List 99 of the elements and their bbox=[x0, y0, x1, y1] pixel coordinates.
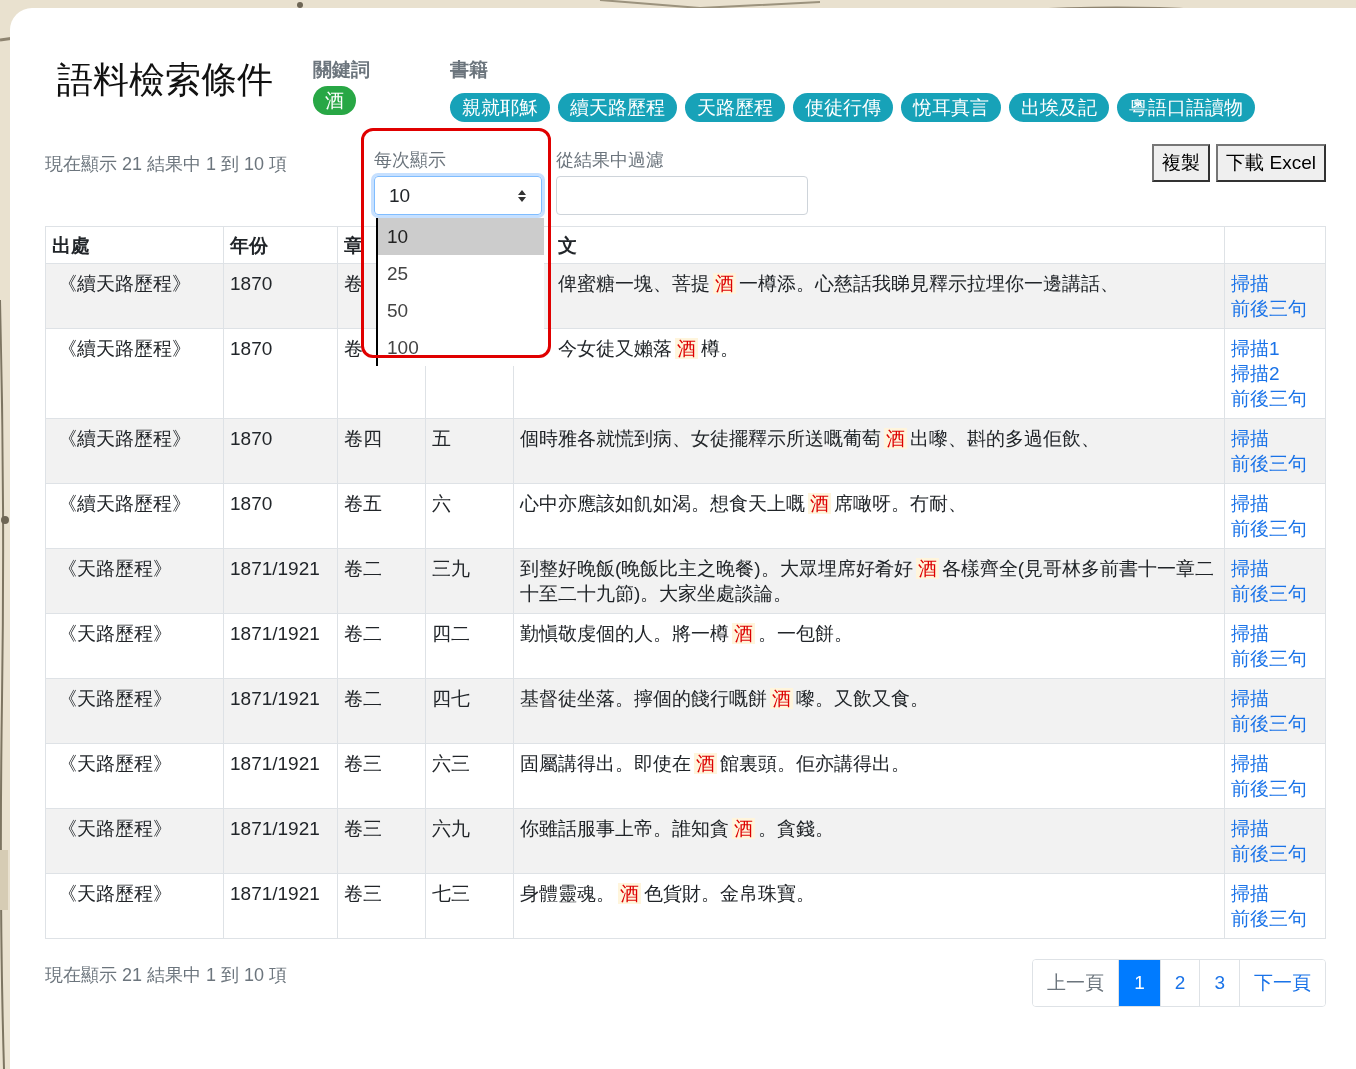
table-cell: 《續天路歷程》 bbox=[58, 428, 191, 449]
keyword-label: 關鍵詞 bbox=[313, 58, 370, 82]
keyword-badge: 酒 bbox=[313, 86, 356, 115]
table-cell: 1870 bbox=[230, 428, 273, 449]
dropdown-option[interactable]: 50 bbox=[378, 292, 544, 329]
column-header: 文 bbox=[558, 235, 577, 256]
link[interactable]: 掃描 bbox=[1231, 816, 1319, 841]
results-info: 現在顯示 21 結果中 1 到 10 項 bbox=[45, 964, 289, 987]
table-cell: 卷二 bbox=[344, 623, 382, 644]
sort-arrows-icon bbox=[517, 188, 527, 203]
page-size-select[interactable]: 10 bbox=[374, 176, 542, 215]
book-badge: 使徒行傳 bbox=[793, 93, 893, 122]
table-cell-text: 身體靈魂。 酒 色貨財。金帛珠寶。 bbox=[520, 882, 816, 906]
link[interactable]: 前後三句 bbox=[1231, 296, 1319, 321]
table-cell: 1871/1921 bbox=[230, 688, 320, 709]
table-cell: 《天路歷程》 bbox=[58, 688, 172, 709]
table-cell: 四七 bbox=[432, 688, 470, 709]
table-cell: 卷五 bbox=[344, 493, 382, 514]
page-button[interactable]: 下一頁 bbox=[1239, 960, 1325, 1006]
table-cell-text: 到整好晚飯(晚飯比主之晚餐)。大眾埋席好肴好 酒 各樣齊全(見哥林多前書十一章二十至二十九節)。大家坐處談論。 bbox=[520, 557, 1215, 606]
column-header: 章 bbox=[344, 235, 363, 256]
link[interactable]: 掃描2 bbox=[1231, 361, 1319, 386]
table-cell: 《續天路歷程》 bbox=[58, 338, 191, 359]
books-label: 書籍 bbox=[450, 58, 489, 82]
link[interactable]: 掃描 bbox=[1231, 751, 1319, 776]
table-cell: 1870 bbox=[230, 273, 273, 294]
table-cell: 六三 bbox=[432, 753, 470, 774]
dropdown-option[interactable]: 100 bbox=[378, 329, 544, 366]
link[interactable]: 掃描 bbox=[1231, 271, 1319, 296]
link[interactable]: 前後三句 bbox=[1231, 451, 1319, 476]
table-cell: 六 bbox=[432, 493, 451, 514]
action-button[interactable]: 複製 bbox=[1152, 144, 1211, 182]
table-cell: 1870 bbox=[230, 493, 273, 514]
book-badge: 粵語口語讀物 bbox=[1117, 93, 1255, 122]
table-cell: 《續天路歷程》 bbox=[58, 273, 191, 294]
table-cell: 三九 bbox=[432, 558, 470, 579]
table-cell: 1871/1921 bbox=[230, 753, 320, 774]
link[interactable]: 掃描 bbox=[1231, 621, 1319, 646]
results-info: 現在顯示 21 結果中 1 到 10 項 bbox=[45, 153, 289, 176]
filter-label: 從結果中過濾 bbox=[556, 149, 665, 172]
table-cell: 1871/1921 bbox=[230, 883, 320, 904]
link[interactable]: 掃描 bbox=[1231, 686, 1319, 711]
link[interactable]: 前後三句 bbox=[1231, 581, 1319, 606]
table-cell: 四二 bbox=[432, 623, 470, 644]
table-cell: 卷 bbox=[344, 338, 363, 359]
table-cell-text: 固屬講得出。即使在 酒 館裏頭。佢亦講得出。 bbox=[520, 752, 911, 776]
table-cell: 《天路歷程》 bbox=[58, 883, 172, 904]
table-cell: 1871/1921 bbox=[230, 818, 320, 839]
page-title: 語料檢索條件 bbox=[57, 58, 273, 102]
table-cell-text: 基督徒坐落。擰個的餞行嘅餅 酒 嚟。又飲又食。 bbox=[520, 687, 930, 711]
link[interactable]: 前後三句 bbox=[1231, 516, 1319, 541]
link[interactable]: 前後三句 bbox=[1231, 776, 1319, 801]
filter-field[interactable] bbox=[556, 176, 808, 215]
table-cell: 1871/1921 bbox=[230, 558, 320, 579]
column-header: 出處 bbox=[52, 235, 90, 256]
book-badge: 悅耳真言 bbox=[901, 93, 1001, 122]
link[interactable]: 前後三句 bbox=[1231, 906, 1319, 931]
link[interactable]: 掃描 bbox=[1231, 881, 1319, 906]
link[interactable]: 前後三句 bbox=[1231, 711, 1319, 736]
action-button[interactable]: 下載 Excel bbox=[1216, 144, 1326, 182]
book-badge: 出埃及記 bbox=[1009, 93, 1109, 122]
table-cell: 卷二 bbox=[344, 688, 382, 709]
link[interactable]: 前後三句 bbox=[1231, 386, 1319, 411]
table-cell: 六九 bbox=[432, 818, 470, 839]
link[interactable]: 掃描1 bbox=[1231, 336, 1319, 361]
table-cell: 卷三 bbox=[344, 818, 382, 839]
link[interactable]: 前後三句 bbox=[1231, 646, 1319, 671]
link[interactable]: 掃描 bbox=[1231, 491, 1319, 516]
page-button[interactable]: 1 bbox=[1118, 960, 1160, 1006]
link[interactable]: 前後三句 bbox=[1231, 841, 1319, 866]
dropdown-option[interactable]: 25 bbox=[378, 255, 544, 292]
table-cell: 《天路歷程》 bbox=[58, 753, 172, 774]
table-cell: 《天路歷程》 bbox=[58, 818, 172, 839]
table-cell: 卷三 bbox=[344, 883, 382, 904]
table-cell-text: 你雖話服事上帝。誰知貪 酒 。貪錢。 bbox=[520, 817, 835, 841]
table-cell: 1870 bbox=[230, 338, 273, 359]
table-cell: 卷四 bbox=[344, 428, 382, 449]
table-cell-text: 勤愼敬虔個的人。將一樽 酒 。一包餅。 bbox=[520, 622, 854, 646]
link[interactable]: 掃描 bbox=[1231, 426, 1319, 451]
table-cell: 《續天路歷程》 bbox=[58, 493, 191, 514]
page-size-label: 每次顯示 bbox=[374, 149, 447, 172]
table-cell: 1871/1921 bbox=[230, 623, 320, 644]
book-badge: 續天路歷程 bbox=[558, 93, 677, 122]
book-badge: 天路歷程 bbox=[685, 93, 785, 122]
book-badge: 親就耶穌 bbox=[450, 93, 550, 122]
table-cell: 《天路歷程》 bbox=[58, 623, 172, 644]
table-cell-text: 今女徒又嬾落 酒 樽。 bbox=[558, 337, 740, 361]
table-cell-text: 俾蜜糖一塊、菩提 酒 一樽添。心慈話我睇見釋示拉埋你一邊講話、 bbox=[558, 272, 1120, 296]
column-header: 年份 bbox=[230, 235, 268, 256]
table-cell: 卷二 bbox=[344, 558, 382, 579]
table-cell: 七三 bbox=[432, 883, 470, 904]
table-cell-text: 個時雅各就慌到病、女徒擺釋示所送嘅葡萄 酒 出嚟、斟的多過佢飲、 bbox=[520, 427, 1101, 451]
table-cell: 卷 bbox=[344, 273, 363, 294]
link[interactable]: 掃描 bbox=[1231, 556, 1319, 581]
table-cell-text: 心中亦應該如飢如渴。想食天上嘅 酒 席噉呀。冇耐、 bbox=[520, 492, 968, 516]
table-cell: 卷三 bbox=[344, 753, 382, 774]
table-cell: 五 bbox=[432, 428, 451, 449]
table-cell: 《天路歷程》 bbox=[58, 558, 172, 579]
dropdown-option[interactable]: 10 bbox=[378, 218, 544, 255]
